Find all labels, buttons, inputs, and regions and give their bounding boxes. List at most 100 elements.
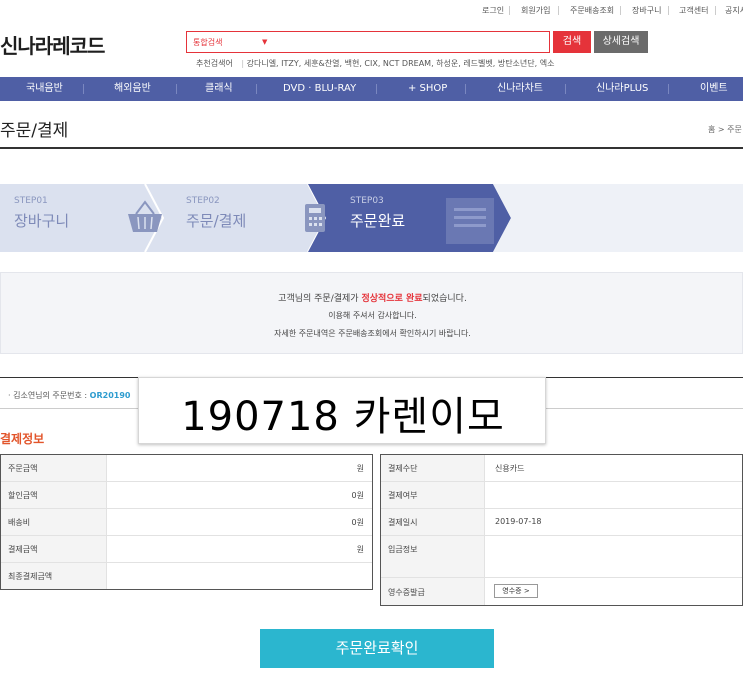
order-tracking-link[interactable]: 주문배송조회	[570, 5, 614, 16]
nav-item-shop[interactable]: + SHOP	[408, 77, 447, 101]
divider	[668, 6, 669, 15]
table-row: 입금정보	[381, 536, 742, 578]
divider	[376, 84, 377, 94]
nav-item-event[interactable]: 이벤트	[700, 77, 728, 101]
divider	[83, 84, 84, 94]
main-navigation: 국내음반 해외음반 클래식 DVD · BLU-RAY + SHOP 신나라차트…	[0, 77, 743, 101]
row-label: 최종결제금액	[8, 572, 53, 581]
row-label: 결제여부	[388, 491, 418, 500]
table-row: 결제금액 원	[1, 536, 372, 563]
order-number-value: OR20190	[89, 391, 131, 400]
message-text: 고객님의 주문/결제가	[278, 294, 362, 304]
receipt-button[interactable]: 영수증 >	[494, 584, 538, 598]
nav-item-dvd[interactable]: DVD · BLU-RAY	[283, 77, 356, 101]
table-header-cell: 입금정보	[381, 536, 485, 577]
row-label: 결제금액	[8, 545, 38, 554]
caret-down-icon: ▼	[262, 38, 268, 46]
payment-status-table: 결제수단 신용카드 결제여부 결제일시 2019-07-18 입금정보 영수증발…	[380, 454, 743, 606]
table-header-cell: 결제여부	[381, 482, 485, 508]
site-logo[interactable]: 신나라레코드	[0, 30, 105, 59]
row-value: 원	[356, 464, 364, 473]
completion-message: 고객님의 주문/결제가 정상적으로 완료되었습니다. 이용해 주셔서 감사합니다…	[0, 272, 743, 354]
table-header-cell: 영수증발급	[381, 578, 485, 605]
recommended-title: 추천검색어	[196, 59, 233, 68]
row-label: 주문금액	[8, 464, 38, 473]
login-link[interactable]: 로그인	[482, 5, 504, 16]
order-number: · 김소연님의 주문번호 : OR20190	[8, 390, 130, 401]
divider	[668, 84, 669, 94]
top-utility-bar: 로그인 회원가입 주문배송조회 장바구니 고객센터 공지사항	[0, 0, 743, 22]
nav-item-classic[interactable]: 클래식	[205, 77, 233, 101]
thanks-text: 이용해 주셔서 감사합니다.	[328, 311, 417, 320]
row-label: 할인금액	[8, 491, 38, 500]
table-header-cell: 주문금액	[1, 455, 107, 481]
table-row: 할인금액 0원	[1, 482, 372, 509]
divider	[256, 84, 257, 94]
row-label: 배송비	[8, 518, 31, 527]
payment-amount-table: 주문금액 원 할인금액 0원 배송비 0원 결제금액 원 최종결제금액	[0, 454, 373, 590]
order-number-label: 김소연님의 주문번호 :	[13, 391, 90, 400]
row-label: 결제수단	[388, 464, 418, 473]
advanced-search-button[interactable]: 상세검색	[594, 31, 648, 53]
divider: |	[241, 59, 245, 68]
recommended-keywords: 추천검색어 | 강다니엘, ITZY, 세훈&찬열, 백현, CIX, NCT …	[196, 58, 554, 69]
table-row: 결제일시 2019-07-18	[381, 509, 742, 536]
table-header-cell: 결제금액	[1, 536, 107, 562]
divider	[565, 84, 566, 94]
divider	[465, 84, 466, 94]
nav-item-overseas[interactable]: 해외음반	[114, 77, 151, 101]
row-value: 0원	[351, 491, 364, 500]
divider	[509, 6, 510, 15]
message-highlight: 정상적으로 완료	[361, 294, 423, 304]
nav-item-domestic[interactable]: 국내음반	[26, 77, 63, 101]
table-row: 결제여부	[381, 482, 742, 509]
divider	[558, 6, 559, 15]
search-scope-select[interactable]: 통합검색	[193, 37, 222, 48]
nav-item-plus[interactable]: 신나라PLUS	[596, 77, 648, 101]
search-input[interactable]: 통합검색 ▼	[186, 31, 550, 53]
customer-center-link[interactable]: 고객센터	[679, 5, 708, 16]
guide-text: 자세한 주문내역은 주문배송조회에서 확인하시기 바랍니다.	[274, 329, 471, 338]
page-title: 주문/결제	[0, 121, 69, 141]
handwritten-note: 190718 카렌이모	[138, 377, 546, 444]
row-value: 원	[356, 545, 364, 554]
divider	[176, 84, 177, 94]
divider	[0, 147, 743, 149]
row-label: 결제일시	[388, 518, 418, 527]
signup-link[interactable]: 회원가입	[521, 5, 550, 16]
breadcrumb[interactable]: 홈 > 주문	[708, 124, 742, 135]
step-label: 주문/결제	[186, 212, 247, 230]
table-header-cell: 최종결제금액	[1, 563, 107, 589]
nav-item-chart[interactable]: 신나라차트	[497, 77, 543, 101]
step-number: STEP01	[14, 196, 48, 206]
table-header-cell: 배송비	[1, 509, 107, 535]
divider	[620, 6, 621, 15]
step-number: STEP02	[186, 196, 220, 206]
table-row: 결제수단 신용카드	[381, 455, 742, 482]
completion-headline: 고객님의 주문/결제가 정상적으로 완료되었습니다.	[1, 291, 743, 304]
step-label: 주문완료	[350, 212, 406, 230]
search-button[interactable]: 검색	[553, 31, 591, 53]
order-confirm-button[interactable]: 주문완료확인	[260, 629, 494, 668]
table-row: 배송비 0원	[1, 509, 372, 536]
row-value: 0원	[351, 518, 364, 527]
table-header-cell: 결제수단	[381, 455, 485, 481]
row-value: 2019-07-18	[495, 517, 542, 526]
cart-link[interactable]: 장바구니	[632, 5, 661, 16]
table-header-cell: 결제일시	[381, 509, 485, 535]
recommended-keyword-list[interactable]: 강다니엘, ITZY, 세훈&찬열, 백현, CIX, NCT DREAM, 하…	[247, 59, 555, 68]
divider	[715, 6, 716, 15]
step-label: 장바구니	[14, 212, 70, 230]
table-row: 영수증발급	[381, 578, 742, 605]
row-label: 입금정보	[388, 545, 418, 554]
notice-link[interactable]: 공지사항	[725, 5, 743, 16]
row-label: 영수증발급	[388, 588, 425, 597]
message-text: 되었습니다.	[422, 294, 467, 304]
table-row: 최종결제금액	[1, 563, 372, 589]
row-value: 신용카드	[495, 464, 525, 473]
step-number: STEP03	[350, 196, 384, 206]
payment-info-title: 결제정보	[0, 432, 45, 446]
handwritten-note-text: 190718 카렌이모	[181, 394, 505, 440]
table-header-cell: 할인금액	[1, 482, 107, 508]
table-row: 주문금액 원	[1, 455, 372, 482]
